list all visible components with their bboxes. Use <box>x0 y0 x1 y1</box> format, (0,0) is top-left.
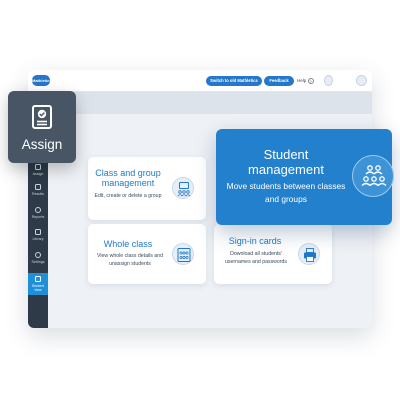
help-link[interactable]: Help ? <box>297 76 314 86</box>
top-bar: Mathletics Switch to old Mathletics Feed… <box>28 70 372 92</box>
notifications-icon[interactable] <box>324 75 333 86</box>
switch-to-old-mathletics-button[interactable]: Switch to old Mathletics <box>206 76 262 86</box>
card-title: Sign-in cards <box>228 236 282 246</box>
sidebar-item-settings[interactable]: Settings <box>28 252 48 264</box>
card-description: Edit, create or delete a group <box>94 193 162 199</box>
avatar[interactable] <box>356 75 367 86</box>
student-view-icon <box>35 276 41 282</box>
whole-class-card[interactable]: Whole class View whole class details and… <box>88 224 206 284</box>
printer-icon <box>298 243 320 265</box>
sidebar-item-label: Student view <box>31 284 45 292</box>
card-description: View whole class details and unassign st… <box>97 253 163 267</box>
sidebar-item-label: Library <box>32 237 44 241</box>
reports-icon <box>35 207 41 213</box>
sidebar-item-label: Results <box>32 192 44 196</box>
assign-clipboard-icon <box>32 105 52 129</box>
class-group-icon <box>172 177 194 199</box>
assign-icon <box>35 164 41 170</box>
student-management-card[interactable]: Student management Move students between… <box>216 129 394 225</box>
sidebar-item-assign[interactable]: Assign <box>28 164 48 176</box>
sidebar-item-reports[interactable]: Reports <box>28 207 48 219</box>
help-icon: ? <box>307 77 314 84</box>
card-description: Move students between classes and groups <box>226 181 346 204</box>
card-description: Download all students' usernames and pas… <box>225 251 287 265</box>
sidebar-item-results[interactable]: Results <box>28 184 48 196</box>
card-title: Student management <box>248 147 324 177</box>
page-header <box>48 92 372 114</box>
sidebar-item-student-view[interactable]: Student view <box>28 273 48 295</box>
card-title: Whole class <box>103 239 153 249</box>
assign-label: Assign <box>21 137 63 152</box>
sidebar-item-label: Settings <box>31 260 45 264</box>
sidebar-item-library[interactable]: Library <box>28 229 48 241</box>
screen: Mathletics Switch to old Mathletics Feed… <box>0 0 400 400</box>
feedback-button[interactable]: Feedback <box>264 76 294 86</box>
library-icon <box>35 229 41 235</box>
class-group-management-card[interactable]: Class and group management Edit, create … <box>88 157 206 220</box>
results-icon <box>35 184 41 190</box>
assign-badge[interactable]: Assign <box>8 91 76 163</box>
sidebar-item-label: Assign <box>32 172 44 176</box>
sidebar-item-label: Reports <box>31 215 45 219</box>
settings-icon <box>35 252 41 258</box>
help-label: Help <box>297 78 307 83</box>
logo[interactable]: Mathletics <box>32 75 52 86</box>
whole-class-icon <box>172 243 194 265</box>
card-title: Class and group management <box>95 168 161 188</box>
students-group-icon <box>352 155 394 197</box>
sign-in-cards-card[interactable]: Sign-in cards Download all students' use… <box>214 224 332 284</box>
